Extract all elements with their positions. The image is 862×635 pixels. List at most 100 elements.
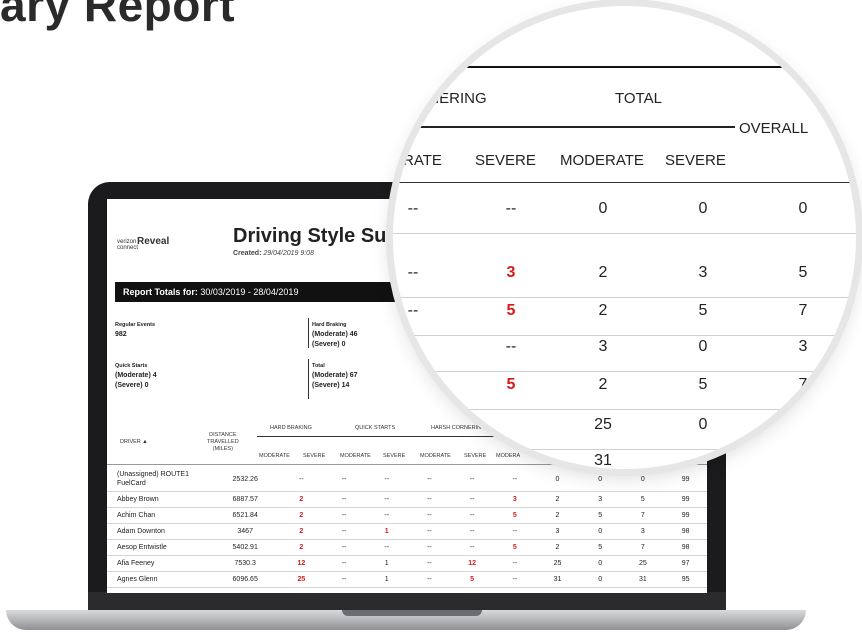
cell-score: 99 <box>664 507 707 524</box>
table-row[interactable]: Aesop Entwistle 5402.91 2 -- -- -- -- 5 2 5 7 98 <box>107 539 707 556</box>
cell-overall: 3 <box>621 523 665 540</box>
cell-hc-m: 5 <box>450 571 494 588</box>
cell-qs-s: -- <box>408 571 451 588</box>
cell-overall: 25 <box>621 555 665 572</box>
summary-hard-braking: Hard Braking (Moderate) 46 (Severe) 0 <box>312 320 358 350</box>
cell-hc-m: 12 <box>450 555 494 572</box>
mag-cell: 2 <box>598 264 608 281</box>
header-distance: DISTANCE TRAVELLED (MILES) <box>207 432 239 453</box>
mag-cell: 5 <box>506 302 516 319</box>
mag-cell: 3 <box>798 338 808 355</box>
cell-score: 97 <box>664 555 707 572</box>
table-row[interactable]: Achim Chan 6521.84 2 -- -- -- -- 5 2 5 7 99 <box>107 507 707 524</box>
cell-overall: 7 <box>621 507 665 524</box>
cell-overall: 0 <box>621 467 665 492</box>
summary-quick-starts: Quick Starts (Moderate) 4 (Severe) 0 <box>115 361 157 391</box>
cell-t-m: 31 <box>536 571 579 588</box>
cell-t-s: 5 <box>578 539 622 556</box>
regular-events-value: 982 <box>115 331 127 338</box>
mag-cell: 2 <box>598 302 608 319</box>
cell-qs-m: -- <box>365 491 409 508</box>
created-date: Created: 29/04/2019 9:08 <box>233 250 314 257</box>
distance-cell: 2532.26 <box>210 467 281 492</box>
mag-row-separator <box>393 335 856 336</box>
mag-cell: 5 <box>506 376 516 393</box>
cell-t-s: 5 <box>578 507 622 524</box>
mag-cell: 5 <box>798 264 808 281</box>
header-quick-starts: QUICK STARTS <box>355 425 396 431</box>
mag-cell: 0 <box>698 200 708 217</box>
header-hc-severe: SEVERE <box>464 453 487 459</box>
table-row[interactable]: Abbey Brown 6887.57 2 -- -- -- -- 3 2 3 5 99 <box>107 491 707 508</box>
mag-cell: 3 <box>506 264 516 281</box>
magnifier-lens: CORNERING TOTAL OVERALL ERATE SEVERE MOD… <box>393 6 856 469</box>
cell-qs-s: -- <box>408 467 451 492</box>
cell-score: 98 <box>664 523 707 540</box>
driver-name: Agnes Glenn <box>107 571 211 588</box>
cell-hb-s: -- <box>322 555 366 572</box>
mag-cell: 0 <box>598 200 608 217</box>
summary-divider <box>308 359 309 399</box>
mag-header-moderate: MODERATE <box>560 152 644 169</box>
header-hb-severe: SEVERE <box>303 453 326 459</box>
cell-t-s: 0 <box>578 523 622 540</box>
cell-hc-s: -- <box>493 467 537 492</box>
cell-score: 99 <box>664 491 707 508</box>
table-row[interactable]: (Unassigned) ROUTE1 FuelCard 2532.26 -- -- -… <box>107 467 707 492</box>
cell-t-s: 0 <box>578 467 622 492</box>
cell-score: 99 <box>664 467 707 492</box>
mag-header-bottom-line <box>393 182 856 183</box>
hard-braking-moderate: (Moderate) 46 <box>312 331 358 338</box>
total-severe: (Severe) 14 <box>312 382 350 389</box>
laptop-hinge <box>88 592 726 612</box>
mag-cell: -- <box>407 200 419 217</box>
cell-qs-s: -- <box>408 539 451 556</box>
mag-cell: -- <box>407 416 419 433</box>
mag-cell: 0 <box>698 416 708 433</box>
cell-hb-m: -- <box>280 467 323 492</box>
header-hb-moderate: MODERATE <box>259 453 290 459</box>
header-group-line <box>257 436 505 437</box>
mag-cell: -- <box>407 264 419 281</box>
cell-t-m: 2 <box>536 507 579 524</box>
summary-total: Total (Moderate) 67 (Severe) 14 <box>312 361 358 391</box>
cell-hb-s: -- <box>322 467 366 492</box>
mag-header-cornering: CORNERING <box>395 90 487 107</box>
cell-hc-s: -- <box>493 523 537 540</box>
header-driver[interactable]: DRIVER ▲ <box>120 439 148 445</box>
cell-t-m: 0 <box>536 467 579 492</box>
driver-name: Abbey Brown <box>107 491 211 508</box>
cell-hb-m: 2 <box>280 507 323 524</box>
driver-name: Adam Downton <box>107 523 211 540</box>
distance-cell: 5402.91 <box>210 539 281 556</box>
header-total-moderate: MODERA <box>496 453 521 459</box>
mag-header-severe: SEVERE <box>475 152 536 169</box>
cell-hb-m: 2 <box>280 491 323 508</box>
header-qs-severe: SEVERE <box>383 453 406 459</box>
summary-divider <box>308 318 309 348</box>
quick-starts-severe: (Severe) 0 <box>115 382 149 389</box>
cell-hb-s: -- <box>322 539 366 556</box>
mag-cell: 0 <box>698 338 708 355</box>
cell-qs-s: -- <box>408 523 451 540</box>
cell-t-s: 0 <box>578 571 622 588</box>
table-row[interactable]: Adam Downton 3467 2 -- 1 -- -- -- 3 0 3 98 <box>107 523 707 540</box>
cell-hb-s: -- <box>322 491 366 508</box>
cell-score: 98 <box>664 539 707 556</box>
regular-events-label: Regular Events <box>115 322 156 328</box>
mag-cell: 5 <box>698 302 708 319</box>
cell-hb-m: 12 <box>280 555 323 572</box>
verizon-connect-logo: verizon connect Reveal <box>117 237 169 252</box>
totals-range: 30/03/2019 - 28/04/2019 <box>200 287 299 297</box>
cell-qs-m: -- <box>365 467 409 492</box>
distance-cell: 3467 <box>210 523 281 540</box>
distance-cell: 6096.65 <box>210 571 281 588</box>
cell-hc-m: -- <box>450 523 494 540</box>
mag-cell: 5 <box>698 376 708 393</box>
table-row[interactable]: Agnes Glenn 6096.65 25 -- 1 -- 5 -- 31 0 31 95 <box>107 571 707 588</box>
cell-hc-m: -- <box>450 539 494 556</box>
quick-starts-moderate: (Moderate) 4 <box>115 372 157 379</box>
table-row[interactable]: Afia Feeney 7530.3 12 -- 1 -- 12 -- 25 0 25 97 <box>107 555 707 572</box>
mag-row-separator <box>393 233 856 234</box>
page-headline: ary Report <box>0 0 236 31</box>
